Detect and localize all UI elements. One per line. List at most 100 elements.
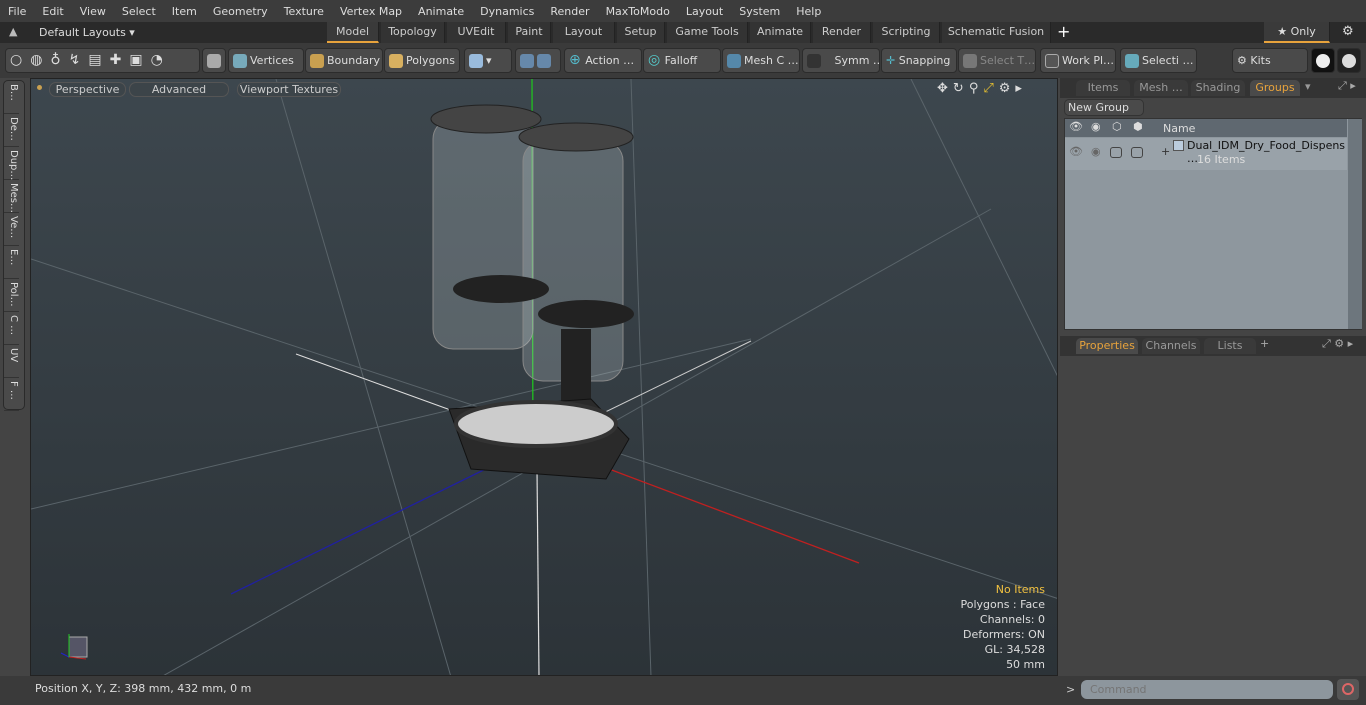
layout-tab-setup[interactable]: Setup [617,22,665,43]
lock-icon[interactable]: ⬡ [1112,120,1122,133]
vertices-label: Vertices [250,54,294,67]
select-toggle[interactable] [1131,147,1143,158]
menu-animate[interactable]: Animate [410,5,472,18]
move-icon[interactable]: ✥ [937,81,953,96]
symmetry-button[interactable]: Symm … [802,48,880,73]
kits-button[interactable]: ⚙ Kits [1232,48,1308,73]
menu-layout[interactable]: Layout [678,5,731,18]
menu-dynamics[interactable]: Dynamics [472,5,542,18]
layout-tab-render[interactable]: Render [813,22,871,43]
default-layouts-dropdown[interactable]: Default Layouts ▾ [39,26,135,39]
tab-channels[interactable]: Channels [1142,338,1200,354]
menu-select[interactable]: Select [114,5,164,18]
more-icon[interactable]: ▸ [1015,81,1027,96]
render-icon[interactable]: ◉ [1091,120,1101,133]
layout-tab-topology[interactable]: Topology [381,22,445,43]
symmetry-tools[interactable] [515,48,561,73]
lock-toggle[interactable] [1110,147,1122,158]
work-plane-button[interactable]: Work Pl… [1040,48,1116,73]
selection-sets-button[interactable]: Selecti … [1120,48,1197,73]
menu-item[interactable]: Item [164,5,205,18]
left-tab[interactable]: C … [4,312,19,345]
layout-tab-uvedit[interactable]: UVEdit [447,22,506,43]
visibility-icon[interactable]: 👁 [1069,120,1083,133]
item-mode-button[interactable] [202,48,226,73]
left-tab[interactable]: Ve… [4,213,19,246]
expand-icon[interactable]: ⤢ ⚙ ▸ [1322,337,1353,351]
action-button[interactable]: ⊕ Action … [564,48,642,73]
boundary-button[interactable]: Boundary [305,48,383,73]
tab-mesh[interactable]: Mesh … [1134,80,1188,96]
layout-tab-schematic-fusion[interactable]: Schematic Fusion [942,22,1051,43]
collapse-icon[interactable]: ▲ [9,25,17,38]
menu-maxtomodo[interactable]: MaxToModo [598,5,678,18]
left-tab[interactable]: UV [4,345,19,378]
expand-icon[interactable]: + [1161,145,1170,158]
maximize-icon[interactable]: ⤢ [983,81,998,96]
layout-tab-paint[interactable]: Paint [508,22,551,43]
select-tools-group[interactable]: ○◍♁↯▤✚▣◔ [5,48,200,73]
new-group-button[interactable]: New Group [1064,99,1144,116]
perspective-button[interactable]: Perspective [49,82,126,97]
menu-system[interactable]: System [731,5,788,18]
gear-icon[interactable]: ⚙ [999,81,1016,96]
zoom-icon[interactable]: ⚲ [969,81,984,96]
unreal-button[interactable] [1337,48,1361,73]
left-tab[interactable]: De… [4,114,19,147]
command-input[interactable] [1081,680,1333,699]
menu-vertex-map[interactable]: Vertex Map [332,5,410,18]
polygons-button[interactable]: Polygons [384,48,460,73]
viewport-textures-button[interactable]: Viewport Textures [237,82,341,97]
vertices-button[interactable]: Vertices [228,48,304,73]
record-button[interactable] [1337,679,1359,700]
work-pl-label: Work Pl… [1062,54,1115,67]
layout-tab-animate[interactable]: Animate [750,22,811,43]
right-panel: Items Mesh … Shading Groups ▾ ⤢ ▸ New Gr… [1060,78,1366,676]
layout-tab-layout[interactable]: Layout [553,22,615,43]
3d-viewport[interactable]: Perspective Advanced Viewport Textures ✥… [30,78,1058,676]
mesh-constraints-button[interactable]: Mesh C … [722,48,800,73]
menu-render[interactable]: Render [542,5,597,18]
boundary-icon [310,54,324,68]
select-through-button[interactable]: Select T… [958,48,1036,73]
panel-menu-icon[interactable]: ▾ [1305,80,1311,93]
tab-shading[interactable]: Shading [1191,80,1245,96]
rotate-icon[interactable]: ↻ [953,81,969,96]
left-tab[interactable]: F … [4,378,19,411]
list-item[interactable]: 👁 ◉ + Dual_IDM_Dry_Food_Dispens … 16 Ite… [1065,138,1347,170]
menu-texture[interactable]: Texture [276,5,332,18]
only-toggle[interactable]: ★ Only [1264,22,1330,43]
tab-groups[interactable]: Groups [1250,80,1300,96]
left-tab[interactable]: Pol… [4,279,19,312]
list-scrollbar[interactable] [1348,119,1362,329]
expand-icon[interactable]: ⤢ ▸ [1338,79,1356,93]
tab-items[interactable]: Items [1076,80,1130,96]
layout-tab-model[interactable]: Model [327,22,379,43]
layout-tab-scripting[interactable]: Scripting [873,22,940,43]
menu-help[interactable]: Help [788,5,829,18]
left-tab[interactable]: Dup… [4,147,19,180]
name-column-header[interactable]: Name [1163,122,1195,135]
visibility-toggle[interactable]: 👁 [1069,145,1083,158]
menu-file[interactable]: File [0,5,34,18]
add-tab-button[interactable]: + [1057,22,1070,41]
left-tab[interactable]: B… [4,81,19,114]
select-icon[interactable]: ⬢ [1133,120,1143,133]
menu-edit[interactable]: Edit [34,5,71,18]
left-tab[interactable]: Mes… [4,180,19,213]
tab-lists[interactable]: Lists [1204,338,1256,354]
advanced-button[interactable]: Advanced [129,82,229,97]
viewport-options-dot[interactable] [37,85,42,90]
unity-button[interactable] [1311,48,1335,73]
snapping-button[interactable]: ✛ Snapping [881,48,957,73]
material-mode-dropdown[interactable]: ▾ [464,48,512,73]
layout-tab-game-tools[interactable]: Game Tools [667,22,748,43]
menu-view[interactable]: View [72,5,114,18]
falloff-button[interactable]: ◎ Falloff [643,48,721,73]
render-toggle[interactable]: ◉ [1091,145,1101,158]
add-tab-button[interactable]: + [1260,337,1269,350]
left-tab[interactable]: E… [4,246,19,279]
gear-icon[interactable]: ⚙ [1342,24,1354,39]
menu-geometry[interactable]: Geometry [205,5,276,18]
tab-properties[interactable]: Properties [1076,338,1138,354]
